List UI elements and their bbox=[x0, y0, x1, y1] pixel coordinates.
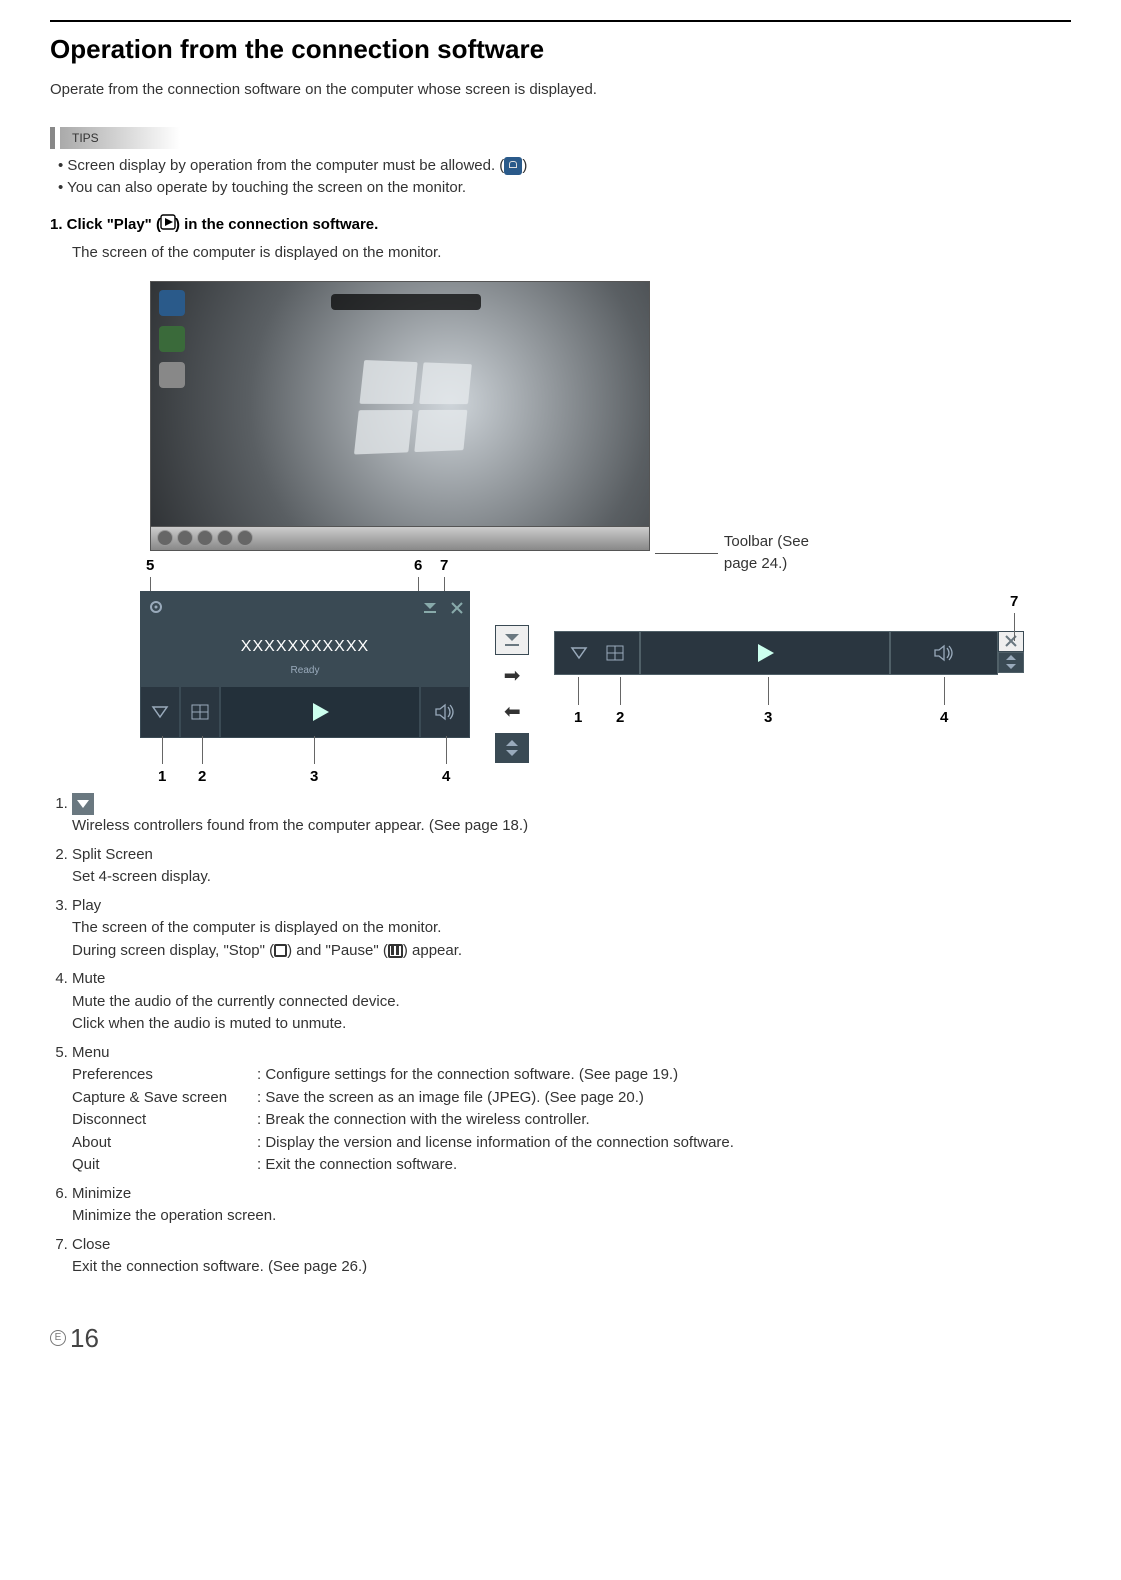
legend-item: Split Screen Set 4-screen display. bbox=[72, 844, 1071, 889]
close-icon[interactable] bbox=[450, 600, 464, 623]
dropdown-button[interactable] bbox=[140, 686, 180, 738]
tip-item: Screen display by operation from the com… bbox=[58, 155, 1071, 178]
callout-number: 6 bbox=[414, 555, 422, 578]
operation-panel-diagram: 5 6 7 XXXXXXXXXXX R bbox=[140, 591, 1071, 763]
intro-text: Operate from the connection software on … bbox=[50, 79, 1071, 102]
page-heading: Operation from the connection software bbox=[50, 30, 1071, 69]
split-screen-button[interactable] bbox=[180, 686, 220, 738]
page-footer: E 16 bbox=[50, 1319, 1071, 1358]
desktop-screenshot: Toolbar (See page 24.) bbox=[150, 281, 710, 551]
step-1: 1. Click "Play" () in the connection sof… bbox=[50, 214, 1071, 237]
legend-item: Wireless controllers found from the comp… bbox=[72, 793, 1071, 838]
expand-icon[interactable] bbox=[495, 733, 529, 763]
minimize-icon[interactable] bbox=[495, 625, 529, 655]
legend-list: Wireless controllers found from the comp… bbox=[72, 793, 1071, 1279]
sidebar-icon bbox=[159, 290, 185, 316]
callout-number: 4 bbox=[442, 766, 450, 789]
callout-number: 1 bbox=[158, 766, 166, 789]
mute-button[interactable] bbox=[420, 686, 470, 738]
tips-label: TIPS bbox=[60, 127, 180, 149]
legend-item: Mute Mute the audio of the currently con… bbox=[72, 968, 1071, 1036]
chevron-down-icon bbox=[72, 793, 94, 815]
tips-header: TIPS bbox=[50, 127, 1071, 149]
play-icon bbox=[161, 214, 175, 237]
callout-number: 4 bbox=[940, 707, 948, 730]
footer-badge: E bbox=[50, 1330, 66, 1346]
play-button[interactable] bbox=[220, 686, 420, 738]
arrow-right-icon: ➡ bbox=[504, 661, 521, 691]
callout-number: 3 bbox=[764, 707, 772, 730]
taskbar bbox=[151, 526, 649, 550]
legend-item: Play The screen of the computer is displ… bbox=[72, 895, 1071, 963]
callout-number: 5 bbox=[146, 555, 154, 578]
panel-title: XXXXXXXXXXX bbox=[241, 638, 369, 655]
tips-list: Screen display by operation from the com… bbox=[58, 155, 1071, 200]
arrow-left-icon: ➡ bbox=[504, 697, 521, 727]
callout-number: 7 bbox=[440, 555, 448, 578]
mute-button[interactable] bbox=[890, 631, 998, 675]
mini-toolbar bbox=[331, 294, 481, 310]
callout-number: 3 bbox=[310, 766, 318, 789]
windows-logo bbox=[354, 360, 472, 455]
callout-number: 2 bbox=[198, 766, 206, 789]
callout-number: 2 bbox=[616, 707, 624, 730]
toolbar-note: Toolbar (See page 24.) bbox=[724, 531, 815, 576]
minimize-icon[interactable] bbox=[422, 600, 438, 623]
callout-number: 1 bbox=[574, 707, 582, 730]
expand-icon[interactable] bbox=[998, 652, 1024, 673]
page-number: 16 bbox=[70, 1319, 99, 1358]
tip-item: You can also operate by touching the scr… bbox=[58, 177, 1071, 200]
legend-item: Minimize Minimize the operation screen. bbox=[72, 1183, 1071, 1228]
step-1-body: The screen of the computer is displayed … bbox=[72, 242, 1071, 265]
pause-icon bbox=[388, 944, 403, 958]
panel-status: Ready bbox=[140, 663, 470, 678]
play-button[interactable] bbox=[640, 631, 890, 675]
gear-icon[interactable] bbox=[148, 599, 164, 623]
legend-item: Close Exit the connection software. (See… bbox=[72, 1234, 1071, 1279]
legend-item: Menu Preferences: Configure settings for… bbox=[72, 1042, 1071, 1177]
sidebar-icon bbox=[159, 362, 185, 388]
dropdown-button[interactable] bbox=[554, 631, 640, 675]
callout-number: 7 bbox=[1010, 591, 1018, 614]
sidebar-icon bbox=[159, 326, 185, 352]
lock-icon bbox=[504, 157, 522, 175]
stop-icon bbox=[274, 944, 287, 957]
